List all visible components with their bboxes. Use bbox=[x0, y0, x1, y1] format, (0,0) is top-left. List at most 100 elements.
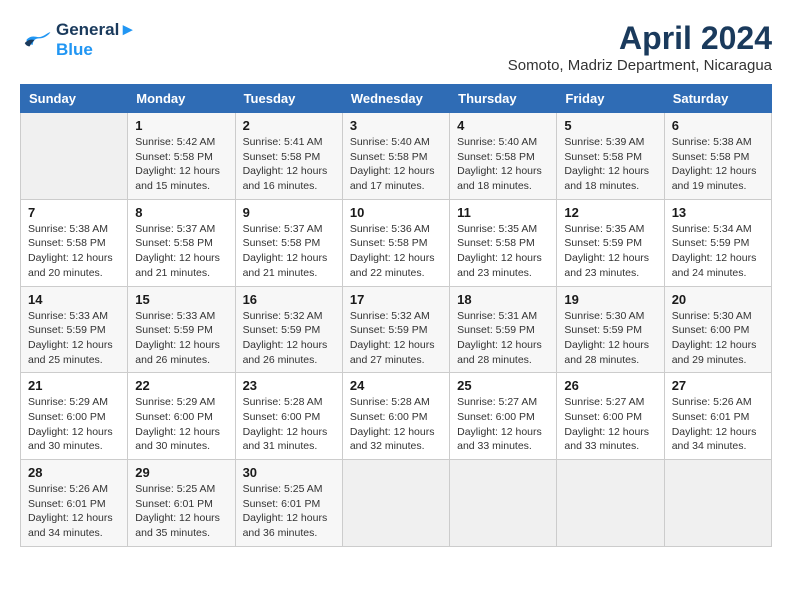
header-day-tuesday: Tuesday bbox=[235, 85, 342, 113]
day-number: 22 bbox=[135, 378, 227, 393]
day-info: Sunrise: 5:25 AMSunset: 6:01 PMDaylight:… bbox=[243, 482, 335, 541]
day-number: 1 bbox=[135, 118, 227, 133]
day-cell: 12 Sunrise: 5:35 AMSunset: 5:59 PMDayligh… bbox=[557, 199, 664, 286]
day-info: Sunrise: 5:29 AMSunset: 6:00 PMDaylight:… bbox=[135, 395, 227, 454]
header-day-thursday: Thursday bbox=[450, 85, 557, 113]
day-number: 28 bbox=[28, 465, 120, 480]
day-info: Sunrise: 5:28 AMSunset: 6:00 PMDaylight:… bbox=[350, 395, 442, 454]
day-info: Sunrise: 5:26 AMSunset: 6:01 PMDaylight:… bbox=[28, 482, 120, 541]
header-day-sunday: Sunday bbox=[21, 85, 128, 113]
week-row-5: 28 Sunrise: 5:26 AMSunset: 6:01 PMDayligh… bbox=[21, 460, 772, 547]
day-cell bbox=[450, 460, 557, 547]
day-info: Sunrise: 5:33 AMSunset: 5:59 PMDaylight:… bbox=[135, 309, 227, 368]
day-cell: 9 Sunrise: 5:37 AMSunset: 5:58 PMDaylight… bbox=[235, 199, 342, 286]
day-cell: 15 Sunrise: 5:33 AMSunset: 5:59 PMDayligh… bbox=[128, 286, 235, 373]
day-number: 21 bbox=[28, 378, 120, 393]
day-cell: 14Sunrise: 5:33 AMSunset: 5:59 PMDayligh… bbox=[21, 286, 128, 373]
logo-text: General► Blue bbox=[56, 20, 136, 60]
day-cell: 7 Sunrise: 5:38 AMSunset: 5:58 PMDaylight… bbox=[21, 199, 128, 286]
day-number: 3 bbox=[350, 118, 442, 133]
day-number: 14 bbox=[28, 292, 120, 307]
day-cell: 18Sunrise: 5:31 AMSunset: 5:59 PMDayligh… bbox=[450, 286, 557, 373]
header-day-saturday: Saturday bbox=[664, 85, 771, 113]
day-cell: 24Sunrise: 5:28 AMSunset: 6:00 PMDayligh… bbox=[342, 373, 449, 460]
day-cell bbox=[664, 460, 771, 547]
day-cell: 27 Sunrise: 5:26 AMSunset: 6:01 PMDayligh… bbox=[664, 373, 771, 460]
logo: General► Blue bbox=[20, 20, 136, 60]
day-info: Sunrise: 5:32 AMSunset: 5:59 PMDaylight:… bbox=[350, 309, 442, 368]
day-cell: 30 Sunrise: 5:25 AMSunset: 6:01 PMDayligh… bbox=[235, 460, 342, 547]
day-info: Sunrise: 5:35 AMSunset: 5:59 PMDaylight:… bbox=[564, 222, 656, 281]
day-number: 9 bbox=[243, 205, 335, 220]
day-cell: 4Sunrise: 5:40 AMSunset: 5:58 PMDaylight… bbox=[450, 113, 557, 200]
day-cell: 20 Sunrise: 5:30 AMSunset: 6:00 PMDayligh… bbox=[664, 286, 771, 373]
day-cell: 22 Sunrise: 5:29 AMSunset: 6:00 PMDayligh… bbox=[128, 373, 235, 460]
day-info: Sunrise: 5:34 AMSunset: 5:59 PMDaylight:… bbox=[672, 222, 764, 281]
day-cell: 11 Sunrise: 5:35 AMSunset: 5:58 PMDayligh… bbox=[450, 199, 557, 286]
header-day-wednesday: Wednesday bbox=[342, 85, 449, 113]
day-number: 25 bbox=[457, 378, 549, 393]
day-info: Sunrise: 5:36 AMSunset: 5:58 PMDaylight:… bbox=[350, 222, 442, 281]
day-info: Sunrise: 5:38 AMSunset: 5:58 PMDaylight:… bbox=[28, 222, 120, 281]
day-cell: 17Sunrise: 5:32 AMSunset: 5:59 PMDayligh… bbox=[342, 286, 449, 373]
calendar-table: SundayMondayTuesdayWednesdayThursdayFrid… bbox=[20, 84, 772, 547]
day-number: 16 bbox=[243, 292, 335, 307]
title-section: April 2024 Somoto, Madriz Department, Ni… bbox=[508, 20, 772, 74]
day-cell: 5 Sunrise: 5:39 AMSunset: 5:58 PMDaylight… bbox=[557, 113, 664, 200]
day-number: 23 bbox=[243, 378, 335, 393]
day-cell: 8 Sunrise: 5:37 AMSunset: 5:58 PMDaylight… bbox=[128, 199, 235, 286]
day-number: 29 bbox=[135, 465, 227, 480]
day-number: 10 bbox=[350, 205, 442, 220]
logo-icon bbox=[20, 26, 52, 54]
day-info: Sunrise: 5:27 AMSunset: 6:00 PMDaylight:… bbox=[457, 395, 549, 454]
day-info: Sunrise: 5:37 AMSunset: 5:58 PMDaylight:… bbox=[135, 222, 227, 281]
day-cell: 19 Sunrise: 5:30 AMSunset: 5:59 PMDayligh… bbox=[557, 286, 664, 373]
day-cell: 29 Sunrise: 5:25 AMSunset: 6:01 PMDayligh… bbox=[128, 460, 235, 547]
day-info: Sunrise: 5:30 AMSunset: 5:59 PMDaylight:… bbox=[564, 309, 656, 368]
day-number: 2 bbox=[243, 118, 335, 133]
day-info: Sunrise: 5:27 AMSunset: 6:00 PMDaylight:… bbox=[564, 395, 656, 454]
month-title: April 2024 bbox=[508, 20, 772, 57]
day-cell: 26 Sunrise: 5:27 AMSunset: 6:00 PMDayligh… bbox=[557, 373, 664, 460]
day-number: 11 bbox=[457, 205, 549, 220]
day-cell: 16Sunrise: 5:32 AMSunset: 5:59 PMDayligh… bbox=[235, 286, 342, 373]
day-cell: 2 Sunrise: 5:41 AMSunset: 5:58 PMDaylight… bbox=[235, 113, 342, 200]
header-day-monday: Monday bbox=[128, 85, 235, 113]
day-cell: 6Sunrise: 5:38 AMSunset: 5:58 PMDaylight… bbox=[664, 113, 771, 200]
day-info: Sunrise: 5:42 AMSunset: 5:58 PMDaylight:… bbox=[135, 135, 227, 194]
day-number: 12 bbox=[564, 205, 656, 220]
day-info: Sunrise: 5:39 AMSunset: 5:58 PMDaylight:… bbox=[564, 135, 656, 194]
week-row-3: 14 Sunrise: 5:33 AMSunset: 5:59 PMDayligh… bbox=[21, 286, 772, 373]
day-cell bbox=[342, 460, 449, 547]
day-number: 20 bbox=[672, 292, 764, 307]
day-info: Sunrise: 5:38 AMSunset: 5:58 PMDaylight:… bbox=[672, 135, 764, 194]
header-day-friday: Friday bbox=[557, 85, 664, 113]
day-info: Sunrise: 5:41 AMSunset: 5:58 PMDaylight:… bbox=[243, 135, 335, 194]
day-cell bbox=[21, 113, 128, 200]
week-row-4: 21 Sunrise: 5:29 AMSunset: 6:00 PMDayligh… bbox=[21, 373, 772, 460]
day-cell: 23Sunrise: 5:28 AMSunset: 6:00 PMDayligh… bbox=[235, 373, 342, 460]
day-info: Sunrise: 5:35 AMSunset: 5:58 PMDaylight:… bbox=[457, 222, 549, 281]
day-number: 19 bbox=[564, 292, 656, 307]
day-cell: 3Sunrise: 5:40 AMSunset: 5:58 PMDaylight… bbox=[342, 113, 449, 200]
day-number: 26 bbox=[564, 378, 656, 393]
day-cell bbox=[557, 460, 664, 547]
day-info: Sunrise: 5:29 AMSunset: 6:00 PMDaylight:… bbox=[28, 395, 120, 454]
day-cell: 10 Sunrise: 5:36 AMSunset: 5:58 PMDayligh… bbox=[342, 199, 449, 286]
day-info: Sunrise: 5:26 AMSunset: 6:01 PMDaylight:… bbox=[672, 395, 764, 454]
day-info: Sunrise: 5:30 AMSunset: 6:00 PMDaylight:… bbox=[672, 309, 764, 368]
day-info: Sunrise: 5:31 AMSunset: 5:59 PMDaylight:… bbox=[457, 309, 549, 368]
day-number: 30 bbox=[243, 465, 335, 480]
day-number: 7 bbox=[28, 205, 120, 220]
day-number: 15 bbox=[135, 292, 227, 307]
day-cell: 13 Sunrise: 5:34 AMSunset: 5:59 PMDayligh… bbox=[664, 199, 771, 286]
day-number: 13 bbox=[672, 205, 764, 220]
day-info: Sunrise: 5:37 AMSunset: 5:58 PMDaylight:… bbox=[243, 222, 335, 281]
day-cell: 1 Sunrise: 5:42 AMSunset: 5:58 PMDaylight… bbox=[128, 113, 235, 200]
day-number: 8 bbox=[135, 205, 227, 220]
day-info: Sunrise: 5:40 AMSunset: 5:58 PMDaylight:… bbox=[457, 135, 549, 194]
day-number: 5 bbox=[564, 118, 656, 133]
day-cell: 21 Sunrise: 5:29 AMSunset: 6:00 PMDayligh… bbox=[21, 373, 128, 460]
day-number: 27 bbox=[672, 378, 764, 393]
day-info: Sunrise: 5:25 AMSunset: 6:01 PMDaylight:… bbox=[135, 482, 227, 541]
